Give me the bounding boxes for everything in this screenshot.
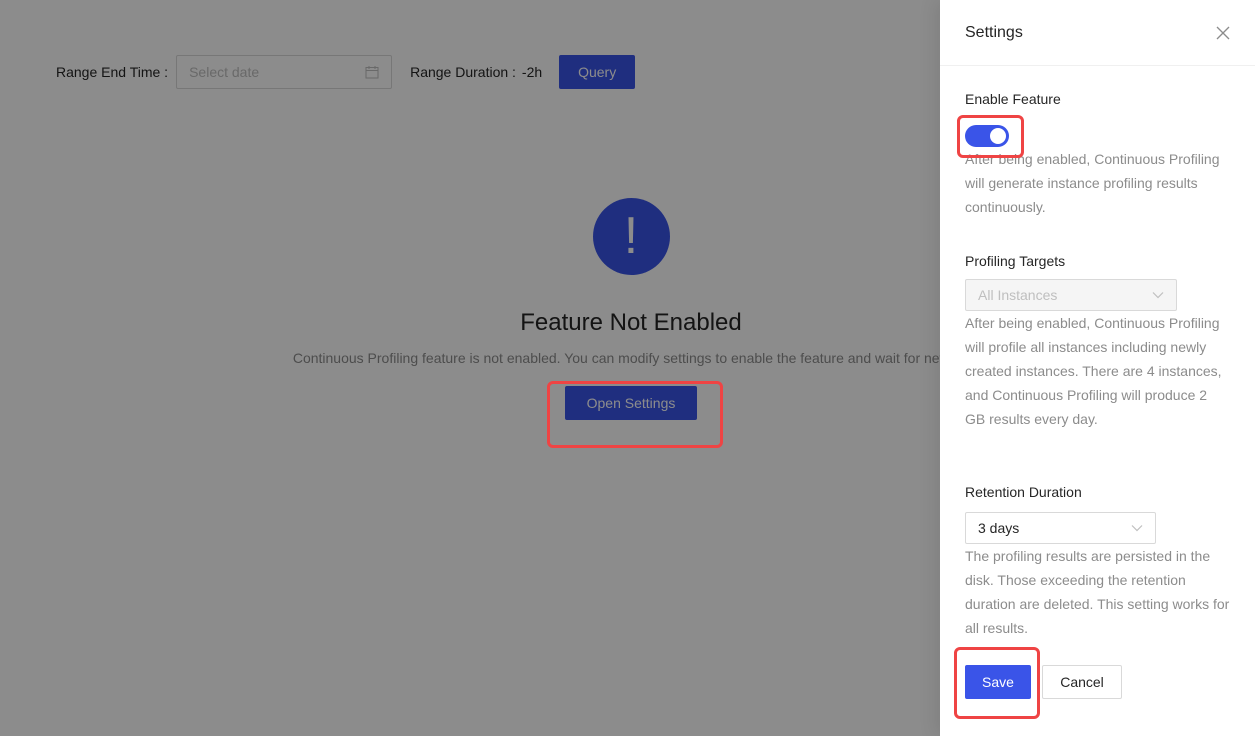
profiling-targets-label: Profiling Targets [965,253,1066,269]
cancel-button[interactable]: Cancel [1042,665,1122,699]
enable-feature-label: Enable Feature [965,91,1061,107]
retention-duration-label: Retention Duration [965,484,1082,500]
enable-feature-field: Enable Feature After being enabled, Cont… [965,91,1230,219]
switch-knob [990,128,1006,144]
chevron-down-icon [1131,525,1143,532]
drawer-header: Settings [940,0,1255,66]
retention-duration-field: Retention Duration 3 days The profiling … [965,484,1230,640]
retention-duration-select[interactable]: 3 days [965,512,1156,544]
drawer-title: Settings [965,23,1023,41]
profiling-targets-help: After being enabled, Continuous Profilin… [965,315,1222,427]
close-icon[interactable] [1216,26,1230,40]
profiling-targets-select[interactable]: All Instances [965,279,1177,311]
enable-feature-switch[interactable] [965,125,1009,147]
profiling-targets-value: All Instances [978,287,1058,303]
profiling-targets-field: Profiling Targets All Instances After be… [965,253,1230,431]
chevron-down-icon [1152,292,1164,299]
enable-feature-help: After being enabled, Continuous Profilin… [965,151,1220,215]
retention-duration-value: 3 days [978,520,1020,536]
drawer-footer: Save Cancel [965,665,1122,699]
settings-drawer: Settings Enable Feature After being enab… [940,0,1255,736]
save-button[interactable]: Save [965,665,1031,699]
retention-duration-help: The profiling results are persisted in t… [965,548,1230,636]
